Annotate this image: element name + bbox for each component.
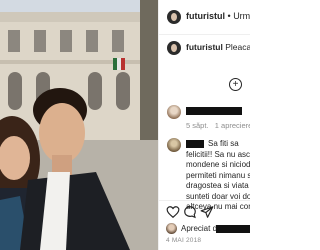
comment-likes[interactable]: 1 apreciere: [215, 121, 250, 130]
comment-line: Sa fiti sa: [208, 139, 239, 148]
caption-avatar[interactable]: [167, 41, 181, 55]
photo-illustration: [0, 0, 158, 250]
author-line: futuristul • Urmărește: [186, 11, 250, 21]
commenter-avatar[interactable]: [167, 138, 181, 152]
post-header: futuristul • Urmărește: [159, 0, 250, 35]
commenter-avatar[interactable]: [167, 105, 181, 119]
comment-line: permiteti nimanu sa i: [186, 170, 250, 180]
comment-icon[interactable]: [183, 205, 197, 219]
author-avatar[interactable]: [167, 10, 181, 24]
caption-body: Pleaca la Sc: [225, 42, 250, 52]
caption-username[interactable]: futuristul: [186, 42, 223, 52]
caption-text: futuristul Pleaca la Sc: [186, 42, 250, 52]
likes-row: Apreciat de: [166, 222, 250, 236]
follow-button[interactable]: Urmărește: [233, 11, 250, 21]
separator-dot: •: [227, 11, 231, 21]
comment-item: Sa fiti sa felicitii!! Sa nu ascult mond…: [159, 137, 250, 211]
share-icon[interactable]: [200, 205, 214, 219]
liker-avatar[interactable]: [166, 223, 177, 234]
redacted-text: [186, 107, 242, 115]
author-username[interactable]: futuristul: [186, 11, 225, 21]
heart-icon[interactable]: [166, 205, 180, 219]
plus-circle-icon[interactable]: +: [229, 78, 242, 91]
post-caption: futuristul Pleaca la Sc +: [159, 34, 250, 92]
comment-meta: 5 săpt. 1 apreciere: [186, 121, 250, 130]
redacted-liker: [216, 225, 250, 233]
comment-line: felicitii!! Sa nu ascult: [186, 149, 250, 159]
comment-line: dragostea si viata voa: [186, 181, 250, 190]
post-date: 4 MAI 2018: [166, 237, 202, 244]
post-actions: Apreciat de 4 MAI 2018: [159, 200, 250, 250]
instagram-post: futuristul • Urmărește futuristul Pleaca…: [0, 0, 250, 250]
comment-line: mondene si niciodata: [186, 160, 250, 169]
post-sidebar: futuristul • Urmărește futuristul Pleaca…: [158, 0, 250, 250]
comment-time: 5 săpt.: [186, 121, 209, 130]
comment-item: 5 săpt. 1 apreciere: [159, 104, 250, 134]
post-photo[interactable]: [0, 0, 158, 250]
